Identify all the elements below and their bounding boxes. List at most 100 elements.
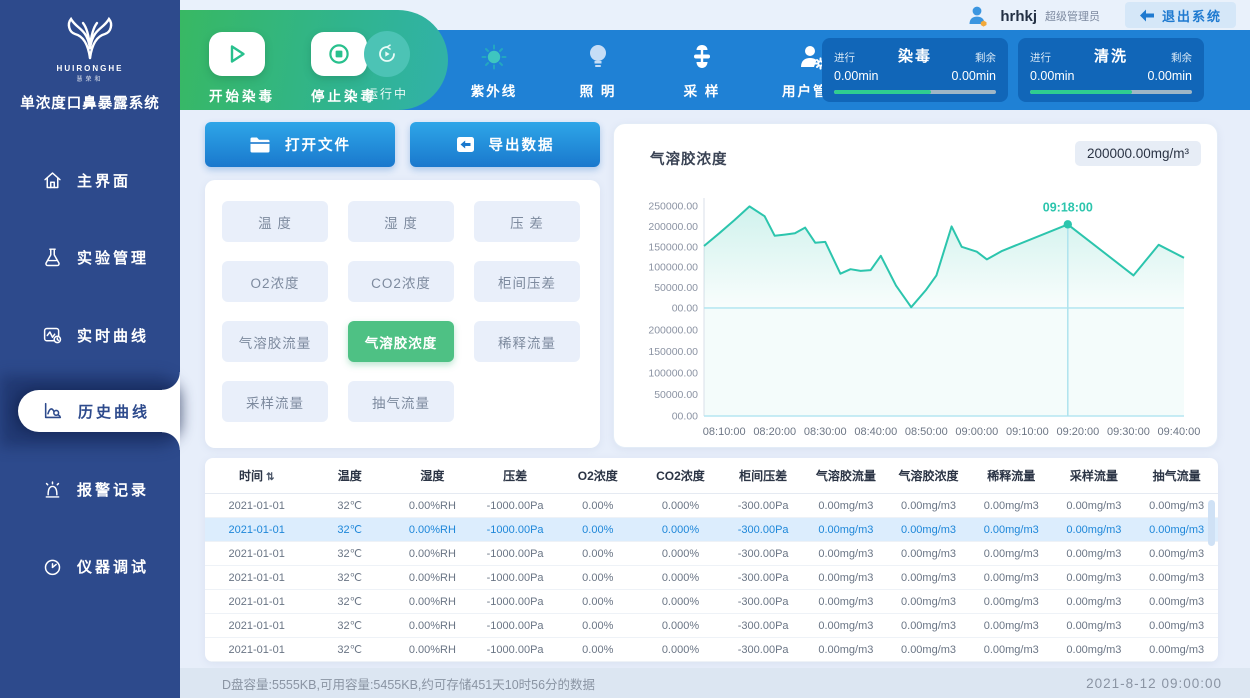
export-icon <box>456 136 475 153</box>
running-status-label: 运行中 <box>362 85 412 102</box>
progress-fill <box>1030 90 1132 94</box>
svg-text:08:10:00: 08:10:00 <box>703 426 746 438</box>
param-button[interactable]: 柜间压差 <box>474 261 580 302</box>
table-cell: 2021-01-01 <box>205 620 308 632</box>
sidebar-item-experiment[interactable]: 实验管理 <box>0 233 180 281</box>
user-role-badge: 超级管理员 <box>1045 8 1100 24</box>
table-cell: 0.00% <box>556 644 639 656</box>
svg-text:50000.00: 50000.00 <box>654 282 698 294</box>
param-button[interactable]: CO2浓度 <box>348 261 454 302</box>
svg-text:100000.00: 100000.00 <box>648 368 698 380</box>
progress-label: 进行 <box>834 50 855 65</box>
open-file-button[interactable]: 打开文件 <box>205 122 395 167</box>
stop-icon <box>327 42 351 66</box>
table-cell: 0.00mg/m3 <box>805 524 888 536</box>
sort-icon[interactable]: ⇅ <box>266 472 274 483</box>
table-cell: 0.00mg/m3 <box>805 548 888 560</box>
table-row[interactable]: 2021-01-0132℃0.00%RH-1000.00Pa0.00%0.000… <box>205 518 1218 542</box>
remain-label: 剩余 <box>975 50 996 65</box>
table-scrollbar[interactable] <box>1208 500 1215 656</box>
param-button[interactable]: 温 度 <box>222 201 328 242</box>
table-cell: 32℃ <box>308 571 391 584</box>
svg-text:09:20:00: 09:20:00 <box>1056 426 1099 438</box>
table-row[interactable]: 2021-01-0132℃0.00%RH-1000.00Pa0.00%0.000… <box>205 566 1218 590</box>
param-button[interactable]: O2浓度 <box>222 261 328 302</box>
column-header[interactable]: 时间⇅ <box>205 467 308 484</box>
sidebar-item-alarm-records[interactable]: 报警记录 <box>0 465 180 513</box>
sidebar-item-label: 历史曲线 <box>78 401 150 422</box>
lighting-toggle-button[interactable]: 照 明 <box>559 40 637 100</box>
table-cell: -300.00Pa <box>722 500 805 512</box>
sidebar-item-main[interactable]: 主界面 <box>0 156 180 204</box>
svg-text:200000.00: 200000.00 <box>648 221 698 233</box>
progress-value: 0.00min <box>834 69 878 83</box>
panel-title: 染毒 <box>898 45 932 66</box>
logo-block: HUIRONGHE 慧荣和 单浓度口鼻暴露系统 <box>0 0 180 113</box>
sidebar-item-instrument-debug[interactable]: 仪器调试 <box>0 542 180 590</box>
table-cell: 0.00mg/m3 <box>1053 596 1136 608</box>
table-cell: 0.00%RH <box>391 524 474 536</box>
progress-track <box>1030 90 1192 94</box>
table-row[interactable]: 2021-01-0132℃0.00%RH-1000.00Pa0.00%0.000… <box>205 638 1218 662</box>
remain-label: 剩余 <box>1171 50 1192 65</box>
alarm-icon <box>42 479 63 500</box>
stop-exposure-button[interactable]: 停止染毒 <box>311 32 367 105</box>
logout-button[interactable]: 退出系统 <box>1125 2 1236 28</box>
system-title: 单浓度口鼻暴露系统 <box>0 92 180 113</box>
param-button[interactable]: 稀释流量 <box>474 321 580 362</box>
table-row[interactable]: 2021-01-0132℃0.00%RH-1000.00Pa0.00%0.000… <box>205 614 1218 638</box>
column-header: 采样流量 <box>1053 467 1136 484</box>
user-chip[interactable]: hrhkj 超级管理员 <box>966 3 1100 29</box>
table-row[interactable]: 2021-01-0132℃0.00%RH-1000.00Pa0.00%0.000… <box>205 590 1218 614</box>
bottom-status-bar: D盘容量:5555KB,可用容量:5455KB,约可存储451天10时56分的数… <box>180 668 1250 698</box>
sidebar-item-label: 主界面 <box>77 170 131 191</box>
table-cell: 0.00mg/m3 <box>887 620 970 632</box>
table-row[interactable]: 2021-01-0132℃0.00%RH-1000.00Pa0.00%0.000… <box>205 494 1218 518</box>
table-cell: -300.00Pa <box>722 596 805 608</box>
uv-toggle-button[interactable]: 紫外线 <box>455 40 533 100</box>
table-cell: 0.00%RH <box>391 620 474 632</box>
param-button[interactable]: 气溶胶浓度 <box>348 321 454 362</box>
table-cell: 0.00mg/m3 <box>970 500 1053 512</box>
param-button[interactable]: 抽气流量 <box>348 381 454 422</box>
table-cell: -300.00Pa <box>722 644 805 656</box>
concave-corner-bottom <box>162 432 180 450</box>
column-header: 压差 <box>474 467 557 484</box>
remain-value: 0.00min <box>1148 69 1192 83</box>
table-cell: 0.00% <box>556 596 639 608</box>
cleaning-status-panel: 进行 清洗 剩余 0.00min 0.00min <box>1018 38 1204 102</box>
column-header: 稀释流量 <box>970 467 1053 484</box>
param-button[interactable]: 湿 度 <box>348 201 454 242</box>
svg-text:09:30:00: 09:30:00 <box>1107 426 1150 438</box>
column-header: 气溶胶浓度 <box>887 467 970 484</box>
user-avatar-icon <box>966 3 992 29</box>
sidebar-item-realtime-curve[interactable]: 实时曲线 <box>0 311 180 359</box>
svg-text:00.00: 00.00 <box>672 411 698 423</box>
table-cell: -300.00Pa <box>722 548 805 560</box>
param-button[interactable]: 压 差 <box>474 201 580 242</box>
param-button[interactable]: 气溶胶流量 <box>222 321 328 362</box>
table-cell: 0.00% <box>556 620 639 632</box>
history-curve-icon <box>42 400 64 422</box>
scrollbar-thumb[interactable] <box>1208 500 1215 546</box>
table-cell: -300.00Pa <box>722 572 805 584</box>
lighting-toggle-label: 照 明 <box>559 80 637 100</box>
table-cell: 0.00mg/m3 <box>887 500 970 512</box>
table-cell: -1000.00Pa <box>474 500 557 512</box>
sidebar-item-label: 实时曲线 <box>77 325 149 346</box>
light-bulb-icon <box>584 42 612 72</box>
table-cell: 32℃ <box>308 523 391 536</box>
table-cell: 32℃ <box>308 547 391 560</box>
param-button[interactable]: 采样流量 <box>222 381 328 422</box>
sidebar-item-history-curve[interactable]: 历史曲线 <box>0 387 180 435</box>
table-cell: 0.00mg/m3 <box>1053 524 1136 536</box>
start-exposure-button[interactable]: 开始染毒 <box>209 32 265 105</box>
sampling-toggle-button[interactable]: 采 样 <box>663 40 741 100</box>
table-body: 2021-01-0132℃0.00%RH-1000.00Pa0.00%0.000… <box>205 494 1218 662</box>
table-row[interactable]: 2021-01-0132℃0.00%RH-1000.00Pa0.00%0.000… <box>205 542 1218 566</box>
panel-title: 清洗 <box>1094 45 1128 66</box>
export-data-button[interactable]: 导出数据 <box>410 122 600 167</box>
table-cell: 0.00mg/m3 <box>1053 620 1136 632</box>
table-cell: 0.00%RH <box>391 548 474 560</box>
history-line-chart[interactable]: 250000.00200000.00150000.00100000.005000… <box>632 170 1200 442</box>
